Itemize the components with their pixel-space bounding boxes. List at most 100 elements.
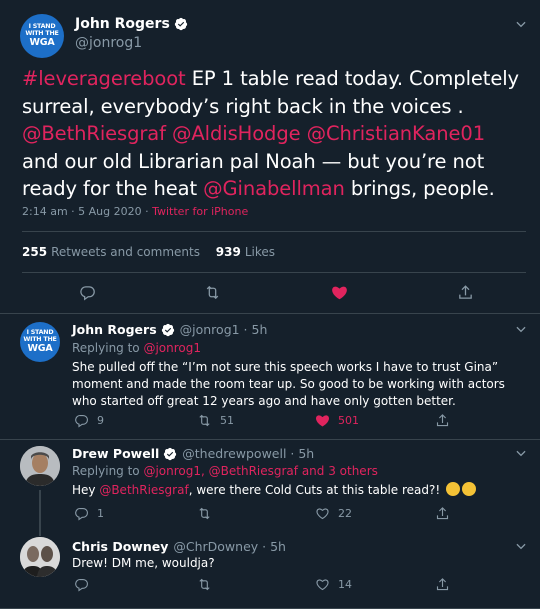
retweet-count: 51 <box>220 414 234 427</box>
share-icon <box>459 285 472 299</box>
reply-tweet[interactable]: I STAND WITH THE WGA John Rogers @jonrog… <box>0 314 540 440</box>
main-tweet: I STAND WITH THE WGA John Rogers @jonrog… <box>0 0 540 314</box>
retweets-stat[interactable]: 255 Retweets and comments <box>22 245 200 259</box>
reply-button[interactable] <box>74 577 89 592</box>
reply-text-pre: Hey <box>72 483 100 497</box>
retweet-button[interactable] <box>204 284 221 301</box>
retweet-icon <box>199 578 210 591</box>
retweet-icon <box>199 507 210 520</box>
like-button[interactable] <box>331 284 348 301</box>
chevron-down-icon[interactable] <box>514 539 528 553</box>
retweet-button[interactable] <box>197 577 212 592</box>
replying-to: Replying to @jonrog1, @BethRiesgraf and … <box>72 464 378 478</box>
mention-link[interactable]: @jonrog1 <box>143 341 201 355</box>
reply-text: Hey @BethRiesgraf, were there Cold Cuts … <box>72 482 527 499</box>
avatar-photo <box>20 446 60 486</box>
mention-link[interactable]: @BethRiesgraf <box>22 122 166 145</box>
avatar[interactable] <box>20 446 60 486</box>
heart-icon <box>316 508 329 520</box>
verified-badge-icon <box>161 323 174 336</box>
tweet-stats: 255 Retweets and comments 939 Likes <box>22 245 275 259</box>
retweet-button[interactable] <box>197 506 212 521</box>
avatar[interactable] <box>20 537 60 577</box>
reply-button[interactable]: 1 <box>74 506 104 521</box>
avatar-photo <box>20 537 60 577</box>
likes-stat[interactable]: 939 Likes <box>216 245 275 259</box>
heart-icon <box>316 415 329 427</box>
author-name[interactable]: John Rogers <box>72 322 157 337</box>
reply-icon <box>80 286 95 301</box>
reply-tweet[interactable]: Chris Downey @ChrDowney · 5h Drew! DM me… <box>0 533 540 609</box>
reply-text: She pulled off the “I’m not sure this sp… <box>72 360 505 408</box>
heart-icon <box>332 286 347 300</box>
like-count: 501 <box>338 414 359 427</box>
reply-button[interactable] <box>79 284 96 301</box>
likes-count: 939 <box>215 245 241 259</box>
author-handle[interactable]: @jonrog1 · 5h <box>180 322 268 337</box>
share-button[interactable] <box>435 413 450 428</box>
author-name[interactable]: John Rogers <box>75 16 170 32</box>
retweet-button[interactable]: 51 <box>197 413 234 428</box>
author-handle[interactable]: @ChrDowney · 5h <box>173 539 286 554</box>
author-name[interactable]: Drew Powell <box>72 446 159 461</box>
avatar[interactable]: I STAND WITH THE WGA <box>20 322 60 362</box>
reply-count: 1 <box>97 507 104 520</box>
thread-line <box>39 490 41 536</box>
like-button[interactable]: 14 <box>315 577 352 592</box>
mention-link[interactable]: @jonrog1, @BethRiesgraf and 3 others <box>143 464 377 478</box>
author-name-row[interactable]: Drew Powell @thedrewpowell · 5h <box>72 446 314 461</box>
reply-text-post: , were there Cold Cuts at this table rea… <box>188 483 445 497</box>
like-button[interactable]: 22 <box>315 506 352 521</box>
replying-prefix: Replying to <box>72 341 144 355</box>
reply-icon <box>75 414 88 428</box>
share-button[interactable] <box>435 577 450 592</box>
reply-button[interactable]: 9 <box>74 413 104 428</box>
reply-icon <box>75 578 88 592</box>
avatar-badge-line3: WGA <box>27 343 53 355</box>
replying-to: Replying to @jonrog1 <box>72 341 201 355</box>
author-name-row[interactable]: John Rogers @jonrog1 · 5h <box>72 322 267 337</box>
share-icon <box>436 507 449 520</box>
tweet-text-part3: brings, people. <box>344 177 495 200</box>
tweet-source[interactable]: Twitter for iPhone <box>152 205 248 218</box>
chevron-down-icon[interactable] <box>514 17 528 31</box>
retweet-icon <box>199 414 210 427</box>
reply-tweet[interactable]: Drew Powell @thedrewpowell · 5h Replying… <box>0 440 540 536</box>
reply-icon <box>75 507 88 521</box>
divider <box>22 231 526 232</box>
hashtag-link[interactable]: #leveragereboot <box>22 67 186 90</box>
mention-link[interactable]: @AldisHodge <box>172 122 301 145</box>
tweet-date[interactable]: 2:14 am · 5 Aug 2020 · <box>22 205 152 218</box>
verified-badge-icon <box>164 447 177 460</box>
author-name[interactable]: Chris Downey <box>72 539 168 554</box>
mention-link[interactable]: @ChristianKane01 <box>307 122 486 145</box>
emoji-laughing-icon <box>462 482 477 496</box>
author-name-row[interactable]: John Rogers <box>75 16 188 32</box>
reply-text: Drew! DM me, wouldja? <box>72 556 215 570</box>
retweets-label: Retweets and comments <box>51 245 200 259</box>
like-button[interactable]: 501 <box>315 413 359 428</box>
verified-badge-icon <box>174 17 187 31</box>
retweet-icon <box>206 285 219 300</box>
tweet-text: #leveragereboot EP 1 table read today. C… <box>22 65 527 203</box>
emoji-relieved-icon <box>446 482 461 496</box>
like-count: 22 <box>338 507 352 520</box>
share-icon <box>436 578 449 591</box>
share-icon <box>436 414 449 427</box>
reply-count: 9 <box>97 414 104 427</box>
author-name-row[interactable]: Chris Downey @ChrDowney · 5h <box>72 539 286 554</box>
author-handle[interactable]: @jonrog1 <box>75 35 142 51</box>
like-count: 14 <box>338 578 352 591</box>
share-button[interactable] <box>435 506 450 521</box>
replying-prefix: Replying to <box>72 464 144 478</box>
heart-icon <box>316 579 329 591</box>
mention-link[interactable]: @BethRiesgraf <box>99 483 188 497</box>
chevron-down-icon[interactable] <box>514 446 528 460</box>
avatar[interactable]: I STAND WITH THE WGA <box>20 14 64 58</box>
chevron-down-icon[interactable] <box>514 322 528 336</box>
avatar-badge-line3: WGA <box>29 37 55 49</box>
share-button[interactable] <box>457 284 474 301</box>
mention-link[interactable]: @Ginabellman <box>203 177 345 200</box>
author-handle[interactable]: @thedrewpowell · 5h <box>182 446 314 461</box>
divider <box>22 272 526 273</box>
